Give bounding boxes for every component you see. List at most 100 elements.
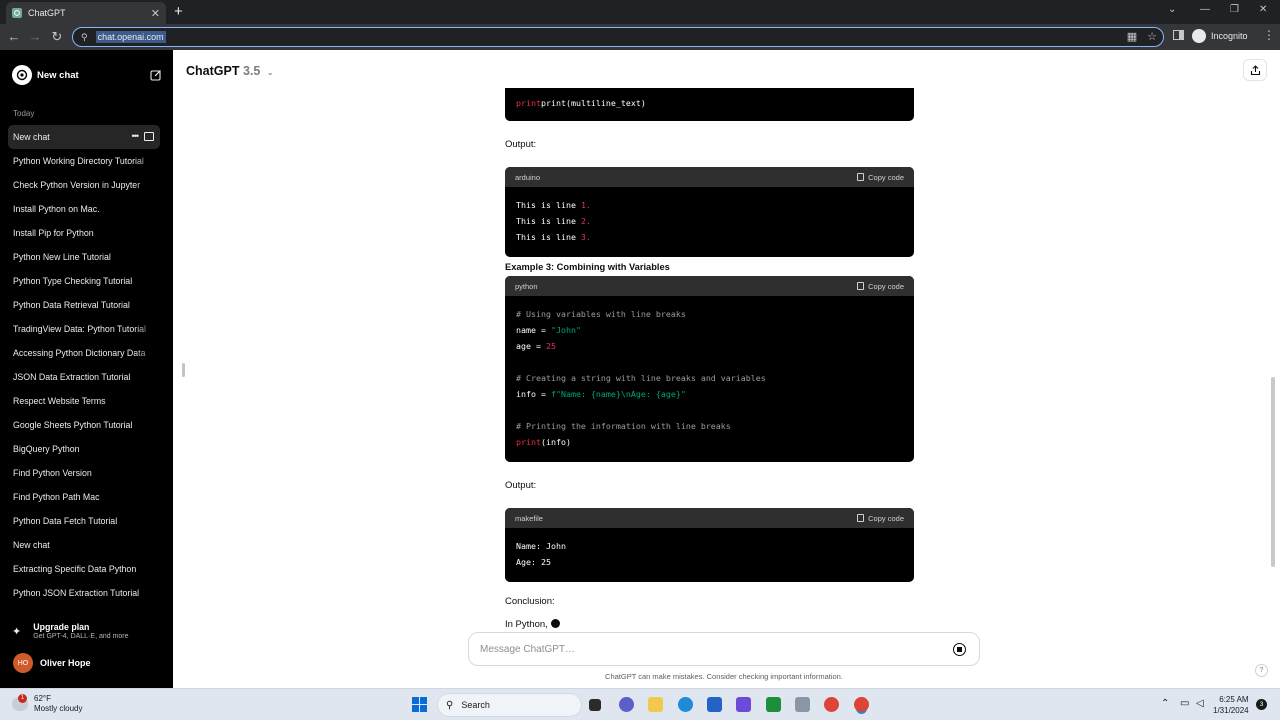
stop-generating-button[interactable] xyxy=(953,643,966,656)
tab-search-chevron-icon[interactable]: ⌄ xyxy=(1168,4,1176,15)
clipboard-icon xyxy=(857,173,865,181)
code-body: Name: John Age: 25 xyxy=(516,541,566,567)
bookmark-star-icon[interactable]: ☆ xyxy=(1147,30,1157,43)
user-menu[interactable]: HO Oliver Hope xyxy=(13,653,91,673)
upgrade-plan-button[interactable]: ✦ Upgrade plan Get GPT-4, DALL·E, and mo… xyxy=(12,622,167,646)
network-icon[interactable]: ▭ xyxy=(1180,698,1189,709)
code-fn: print xyxy=(516,98,541,108)
model-version: 3.5 xyxy=(242,64,261,78)
history-item[interactable]: Extracting Specific Data Python xyxy=(8,557,160,581)
clock-date: 1/31/2024 xyxy=(1213,706,1249,715)
window-close-icon[interactable]: ✕ xyxy=(1259,4,1267,15)
new-chat-button[interactable]: New chat xyxy=(12,64,162,86)
sidebar: New chat Today New chat ••• Python Worki… xyxy=(0,50,173,688)
upgrade-title: Upgrade plan xyxy=(33,622,90,632)
tab-title: ChatGPT xyxy=(28,8,66,18)
sidebar-collapse-handle[interactable] xyxy=(182,363,185,377)
restore-icon[interactable]: ❐ xyxy=(1230,4,1239,15)
history-item-label: Find Python Version xyxy=(13,468,92,478)
tab-close-icon[interactable]: ✕ xyxy=(151,7,160,20)
notification-badge[interactable]: 3 xyxy=(1256,699,1267,710)
weather-widget[interactable]: 1 62°F Mostly cloudy xyxy=(12,694,82,714)
message-input[interactable] xyxy=(480,643,920,655)
weather-condition: Mostly cloudy xyxy=(34,704,83,713)
file-explorer-icon[interactable] xyxy=(648,697,663,712)
taskbar-search[interactable]: ⚲ Search xyxy=(437,693,582,717)
clipboard-icon xyxy=(857,282,865,290)
chrome-active-icon[interactable] xyxy=(854,697,869,712)
copy-code-button[interactable]: Copy code xyxy=(857,173,904,182)
forward-icon[interactable]: → xyxy=(27,29,43,45)
history-item[interactable]: Respect Website Terms xyxy=(8,389,160,413)
history-item[interactable]: Python New Line Tutorial xyxy=(8,245,160,269)
browser-tab[interactable]: ChatGPT ✕ xyxy=(6,2,166,24)
history-item[interactable]: Install Python on Mac. xyxy=(8,197,160,221)
archive-icon[interactable] xyxy=(144,132,154,141)
history-item[interactable]: Check Python Version in Jupyter xyxy=(8,173,160,197)
compose-icon[interactable] xyxy=(150,69,162,81)
history-item[interactable]: TradingView Data: Python Tutorial xyxy=(8,317,160,341)
cloud-icon: 1 xyxy=(12,694,28,711)
side-panel-icon[interactable] xyxy=(1173,30,1184,40)
history-item[interactable]: New chat ••• xyxy=(8,125,160,149)
share-button[interactable] xyxy=(1243,59,1267,81)
history-item[interactable]: Accessing Python Dictionary Data xyxy=(8,341,160,365)
taskbar-search-label: Search xyxy=(461,700,490,710)
browser-menu-icon[interactable]: ⋮ xyxy=(1263,28,1275,42)
qr-code-icon[interactable]: ▦ xyxy=(1127,30,1137,43)
copy-code-label: Copy code xyxy=(868,281,904,291)
history-item[interactable]: Python JSON Extraction Tutorial xyxy=(8,581,160,605)
volume-icon[interactable]: ◁ xyxy=(1196,698,1204,709)
copy-code-label: Copy code xyxy=(868,172,904,182)
start-button[interactable] xyxy=(412,697,427,712)
history-item[interactable]: Install Pip for Python xyxy=(8,221,160,245)
history-item-label: Python Data Retrieval Tutorial xyxy=(13,300,130,310)
history-item[interactable]: Python Data Fetch Tutorial xyxy=(8,509,160,533)
history-item[interactable]: JSON Data Extraction Tutorial xyxy=(8,365,160,389)
history-item-label: Install Pip for Python xyxy=(13,228,94,238)
history-item[interactable]: New chat xyxy=(8,533,160,557)
vpn-app-icon[interactable] xyxy=(736,697,751,712)
more-options-icon[interactable]: ••• xyxy=(132,131,140,141)
history-item[interactable]: BigQuery Python xyxy=(8,437,160,461)
scrollbar[interactable] xyxy=(1271,377,1275,567)
model-selector[interactable]: ChatGPT 3.5 ⌄ xyxy=(186,64,274,78)
utility-app-icon[interactable] xyxy=(795,697,810,712)
site-info-icon[interactable]: ⚲ xyxy=(81,32,88,43)
history-item[interactable]: Find Python Path Mac xyxy=(8,485,160,509)
store-icon[interactable] xyxy=(707,697,722,712)
edge-browser-icon[interactable] xyxy=(678,697,693,712)
url-text: chat.openai.com xyxy=(95,31,166,43)
code-body: This is line 1. This is line 2. This is … xyxy=(516,200,591,242)
new-chat-label: New chat xyxy=(37,69,79,81)
history-item[interactable]: Google Sheets Python Tutorial xyxy=(8,413,160,437)
new-tab-icon[interactable]: + xyxy=(174,4,183,19)
streaming-text: In Python, xyxy=(505,619,548,630)
taskbar: 1 62°F Mostly cloudy ⚲ Search ⌃ ▭ ◁ 6:25… xyxy=(0,688,1280,720)
chat-main: ChatGPT 3.5 ⌄ printprint(multiline_text)… xyxy=(173,50,1280,688)
chat-app-icon[interactable] xyxy=(619,697,634,712)
minimize-icon[interactable]: — xyxy=(1200,4,1210,15)
chrome-icon[interactable] xyxy=(824,697,839,712)
browser-toolbar: ← → ↻ ⚲ chat.openai.com ▦ ☆ Incognito ⋮ xyxy=(0,24,1280,50)
back-icon[interactable]: ← xyxy=(6,29,22,45)
history-item[interactable]: Python Type Checking Tutorial xyxy=(8,269,160,293)
copy-code-button[interactable]: Copy code xyxy=(857,514,904,523)
help-button[interactable]: ? xyxy=(1255,664,1268,677)
tray-chevron-icon[interactable]: ⌃ xyxy=(1161,698,1169,709)
incognito-indicator[interactable]: Incognito xyxy=(1192,29,1248,43)
history-item[interactable]: Python Data Retrieval Tutorial xyxy=(8,293,160,317)
task-view-icon[interactable] xyxy=(589,699,601,711)
copy-code-button[interactable]: Copy code xyxy=(857,282,904,291)
history-item-label: TradingView Data: Python Tutorial xyxy=(13,324,147,334)
code-lang: arduino xyxy=(515,172,541,182)
address-bar[interactable]: ⚲ chat.openai.com ▦ ☆ xyxy=(72,27,1164,47)
spreadsheet-app-icon[interactable] xyxy=(766,697,781,712)
history-item-label: BigQuery Python xyxy=(13,444,80,454)
code-line: print(multiline_text) xyxy=(540,98,646,108)
history-item[interactable]: Find Python Version xyxy=(8,461,160,485)
history-item-label: Accessing Python Dictionary Data xyxy=(13,348,146,358)
reload-icon[interactable]: ↻ xyxy=(49,29,65,45)
clock[interactable]: 6:25 AM 1/31/2024 xyxy=(1213,694,1249,716)
history-item[interactable]: Python Working Directory Tutorial xyxy=(8,149,160,173)
